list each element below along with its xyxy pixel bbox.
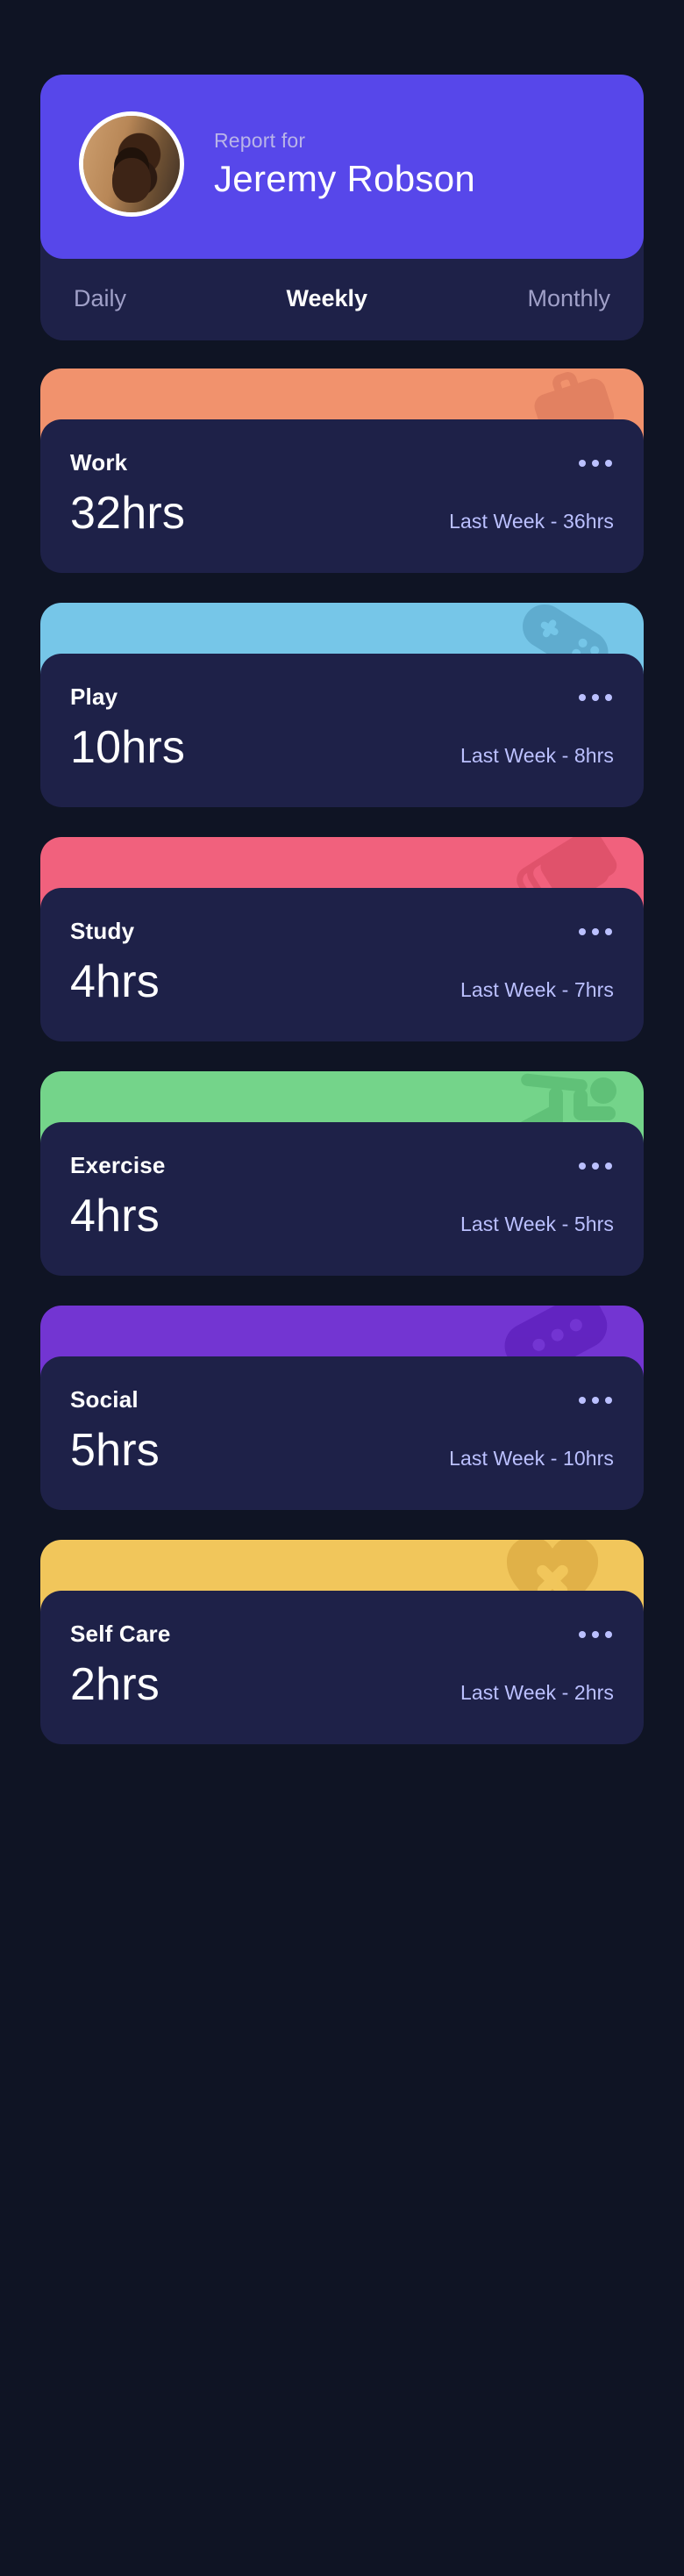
tab-weekly[interactable]: Weekly bbox=[282, 285, 371, 312]
card-header-work: Work bbox=[70, 449, 614, 476]
activity-card-self-care[interactable]: Self Care 2hrs Last Week - 2hrs bbox=[40, 1540, 644, 1744]
user-avatar bbox=[79, 111, 184, 217]
ellipsis-icon[interactable] bbox=[577, 1390, 614, 1411]
profile-text-block: Report for Jeremy Robson bbox=[214, 129, 475, 200]
activity-card-study[interactable]: Study 4hrs Last Week - 7hrs bbox=[40, 837, 644, 1041]
avatar-photo bbox=[83, 116, 180, 212]
card-header-play: Play bbox=[70, 683, 614, 711]
ellipsis-icon[interactable] bbox=[577, 453, 614, 474]
card-previous-hours-social: Last Week - 10hrs bbox=[449, 1447, 614, 1470]
card-title-play: Play bbox=[70, 683, 118, 710]
card-title-self-care: Self Care bbox=[70, 1621, 171, 1647]
card-title-social: Social bbox=[70, 1386, 139, 1413]
profile-header-card: Report for Jeremy Robson bbox=[40, 75, 644, 259]
card-current-hours-self-care: 2hrs bbox=[70, 1659, 160, 1710]
card-header-study: Study bbox=[70, 918, 614, 945]
card-stats-play: 10hrs Last Week - 8hrs bbox=[70, 721, 614, 774]
ellipsis-icon[interactable] bbox=[577, 921, 614, 942]
card-stats-work: 32hrs Last Week - 36hrs bbox=[70, 487, 614, 540]
card-body-play: Play 10hrs Last Week - 8hrs bbox=[40, 654, 644, 807]
card-previous-hours-exercise: Last Week - 5hrs bbox=[460, 1213, 614, 1235]
card-body-self-care: Self Care 2hrs Last Week - 2hrs bbox=[40, 1591, 644, 1744]
activity-card-work[interactable]: Work 32hrs Last Week - 36hrs bbox=[40, 369, 644, 573]
time-tracking-dashboard: Report for Jeremy Robson Daily Weekly Mo… bbox=[0, 0, 684, 2576]
card-current-hours-work: 32hrs bbox=[70, 488, 186, 539]
activity-card-play[interactable]: Play 10hrs Last Week - 8hrs bbox=[40, 603, 644, 807]
card-body-study: Study 4hrs Last Week - 7hrs bbox=[40, 888, 644, 1041]
card-current-hours-exercise: 4hrs bbox=[70, 1191, 160, 1241]
card-stats-exercise: 4hrs Last Week - 5hrs bbox=[70, 1190, 614, 1242]
card-previous-hours-study: Last Week - 7hrs bbox=[460, 978, 614, 1001]
report-for-label: Report for bbox=[214, 128, 306, 152]
card-stats-study: 4hrs Last Week - 7hrs bbox=[70, 955, 614, 1008]
activity-card-exercise[interactable]: Exercise 4hrs Last Week - 5hrs bbox=[40, 1071, 644, 1276]
card-title-study: Study bbox=[70, 918, 135, 944]
ellipsis-icon[interactable] bbox=[577, 1156, 614, 1177]
card-stats-self-care: 2hrs Last Week - 2hrs bbox=[70, 1658, 614, 1711]
ellipsis-icon[interactable] bbox=[577, 1624, 614, 1645]
card-previous-hours-self-care: Last Week - 2hrs bbox=[460, 1681, 614, 1704]
card-title-exercise: Exercise bbox=[70, 1152, 166, 1178]
card-stats-social: 5hrs Last Week - 10hrs bbox=[70, 1424, 614, 1477]
card-body-work: Work 32hrs Last Week - 36hrs bbox=[40, 419, 644, 573]
card-current-hours-play: 10hrs bbox=[70, 722, 186, 773]
card-current-hours-social: 5hrs bbox=[70, 1425, 160, 1476]
card-body-social: Social 5hrs Last Week - 10hrs bbox=[40, 1356, 644, 1510]
ellipsis-icon[interactable] bbox=[577, 687, 614, 708]
tab-daily[interactable]: Daily bbox=[70, 285, 130, 312]
card-current-hours-study: 4hrs bbox=[70, 956, 160, 1007]
page-title: Jeremy Robson bbox=[214, 157, 476, 199]
card-previous-hours-work: Last Week - 36hrs bbox=[449, 510, 614, 533]
tab-monthly[interactable]: Monthly bbox=[524, 285, 614, 312]
activity-card-social[interactable]: Social 5hrs Last Week - 10hrs bbox=[40, 1306, 644, 1510]
activity-card-list: Work 32hrs Last Week - 36hrs Play 10hrs … bbox=[40, 369, 644, 1744]
card-header-self-care: Self Care bbox=[70, 1621, 614, 1648]
card-previous-hours-play: Last Week - 8hrs bbox=[460, 744, 614, 767]
card-body-exercise: Exercise 4hrs Last Week - 5hrs bbox=[40, 1122, 644, 1276]
card-header-social: Social bbox=[70, 1386, 614, 1413]
card-header-exercise: Exercise bbox=[70, 1152, 614, 1179]
card-title-work: Work bbox=[70, 449, 128, 476]
